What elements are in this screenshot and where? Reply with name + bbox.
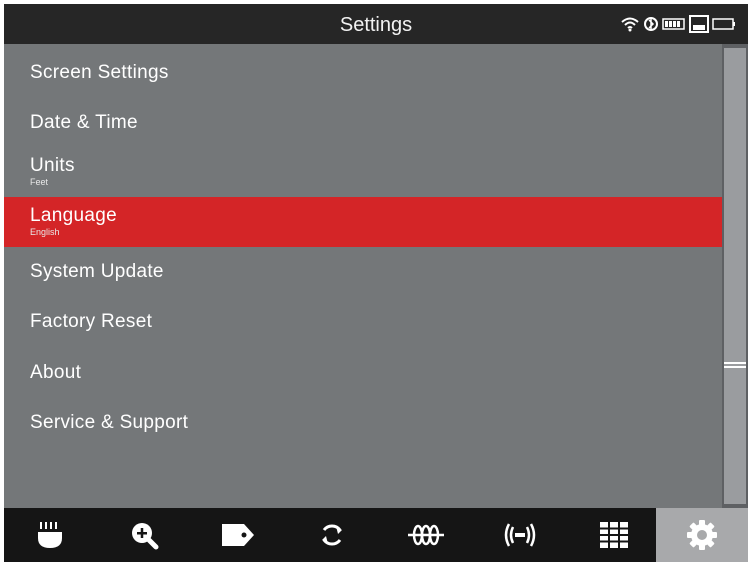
title-bar: Settings (4, 4, 748, 44)
menu-item-label: Service & Support (30, 412, 189, 433)
menu-item-label: Factory Reset (30, 311, 153, 332)
menu-item-label: About (30, 362, 82, 383)
menu-item-system-update[interactable]: System Update (4, 247, 722, 297)
settings-gear-icon (685, 518, 719, 552)
tab-settings[interactable] (656, 508, 748, 562)
tag-icon (220, 522, 256, 548)
probe-icon (37, 520, 63, 550)
menu-item-value: Feet (30, 177, 49, 187)
menu-item-units[interactable]: Units Feet (4, 148, 722, 198)
tab-tag[interactable] (198, 508, 278, 562)
menu-item-label: System Update (30, 261, 164, 282)
battery-empty-icon (712, 17, 736, 31)
menu-item-date-time[interactable]: Date & Time (4, 98, 722, 148)
menu-item-screen-settings[interactable]: Screen Settings (4, 48, 722, 98)
tab-grid[interactable] (574, 508, 654, 562)
coil-icon (407, 523, 445, 547)
rotate-icon (317, 520, 347, 550)
menu-item-language[interactable]: Language English (4, 197, 722, 247)
wifi-icon (620, 16, 640, 32)
device-screen: Settings Screen Settings Date & Time Uni… (4, 4, 748, 562)
grid-icon (599, 521, 629, 549)
tab-coil[interactable] (386, 508, 466, 562)
scrollbar-track[interactable] (724, 48, 746, 504)
menu-item-service-support[interactable]: Service & Support (4, 398, 722, 448)
menu-item-label: Units (30, 155, 75, 176)
bluetooth-icon (643, 15, 659, 33)
signal-icon (501, 521, 539, 549)
menu-item-factory-reset[interactable]: Factory Reset (4, 297, 722, 347)
settings-menu: Screen Settings Date & Time Units Feet L… (4, 44, 722, 508)
menu-item-about[interactable]: About (4, 348, 722, 398)
tab-zoom[interactable] (104, 508, 184, 562)
tab-probe[interactable] (10, 508, 90, 562)
status-icons (620, 14, 736, 34)
menu-item-label: Date & Time (30, 112, 138, 133)
scrollbar[interactable] (722, 44, 748, 508)
tab-signal[interactable] (480, 508, 560, 562)
bottom-toolbar (4, 508, 748, 562)
storage-icon (689, 15, 709, 33)
zoom-in-icon (129, 520, 159, 550)
battery-icon (662, 17, 686, 31)
menu-item-value: English (30, 227, 60, 237)
menu-item-label: Screen Settings (30, 62, 169, 83)
menu-item-label: Language (30, 205, 117, 226)
tab-rotate[interactable] (292, 508, 372, 562)
scrollbar-thumb[interactable] (724, 360, 746, 370)
